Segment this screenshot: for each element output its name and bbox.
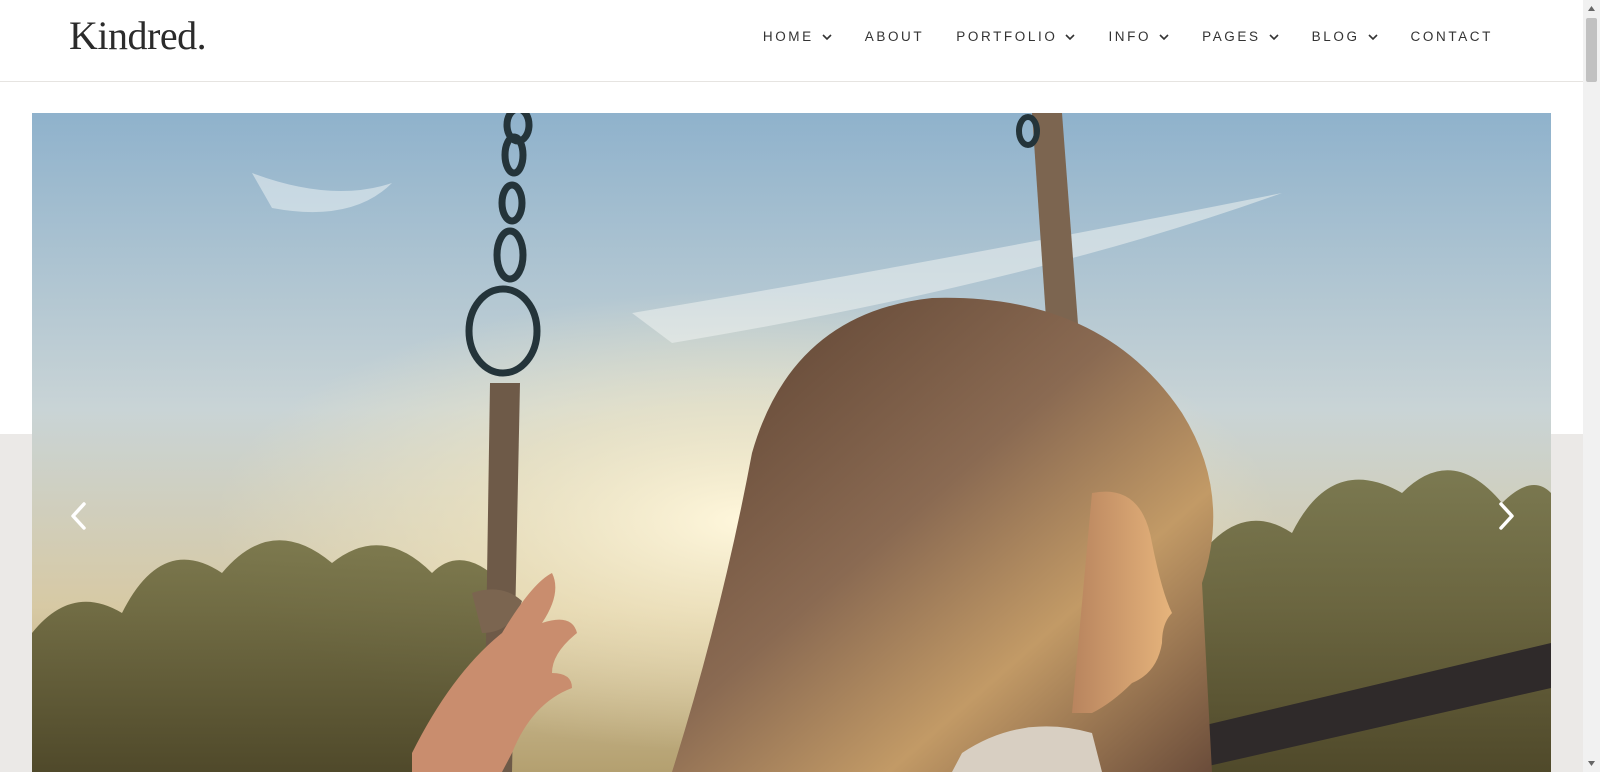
scroll-up-icon[interactable] <box>1587 4 1596 13</box>
nav-item-blog[interactable]: BLOG <box>1312 29 1379 44</box>
nav-item-about[interactable]: ABOUT <box>865 29 925 44</box>
scroll-thumb[interactable] <box>1586 18 1597 82</box>
chevron-down-icon <box>1367 33 1378 40</box>
nav-label: CONTACT <box>1410 29 1493 44</box>
chevron-right-icon <box>1499 502 1514 530</box>
hero-photo <box>32 113 1551 772</box>
slider-prev-button[interactable] <box>64 498 94 534</box>
main-nav: HOME ABOUT PORTFOLIO INFO PAGES BLOG CON… <box>731 29 1493 44</box>
site-logo[interactable]: Kindred. <box>69 12 207 59</box>
chevron-down-icon <box>1269 33 1279 40</box>
nav-label: PAGES <box>1202 29 1261 44</box>
nav-item-pages[interactable]: PAGES <box>1202 29 1280 44</box>
chevron-down-icon <box>1065 33 1076 40</box>
chevron-down-icon <box>822 33 832 40</box>
nav-item-home[interactable]: HOME <box>763 29 833 44</box>
nav-label: BLOG <box>1311 29 1360 44</box>
nav-item-contact[interactable]: CONTACT <box>1411 29 1493 44</box>
page-scrollbar[interactable] <box>1583 0 1600 772</box>
nav-label: HOME <box>762 29 814 44</box>
hero-slider <box>32 113 1551 772</box>
nav-label: INFO <box>1108 29 1152 44</box>
nav-item-info[interactable]: INFO <box>1108 29 1170 44</box>
nav-label: ABOUT <box>864 29 925 44</box>
nav-item-portfolio[interactable]: PORTFOLIO <box>956 29 1076 44</box>
chevron-down-icon <box>1159 33 1169 40</box>
nav-label: PORTFOLIO <box>956 29 1058 44</box>
slider-next-button[interactable] <box>1491 498 1521 534</box>
site-header: Kindred. HOME ABOUT PORTFOLIO INFO PAGES… <box>0 0 1583 82</box>
scroll-down-icon[interactable] <box>1587 759 1596 768</box>
chevron-left-icon <box>71 502 86 530</box>
